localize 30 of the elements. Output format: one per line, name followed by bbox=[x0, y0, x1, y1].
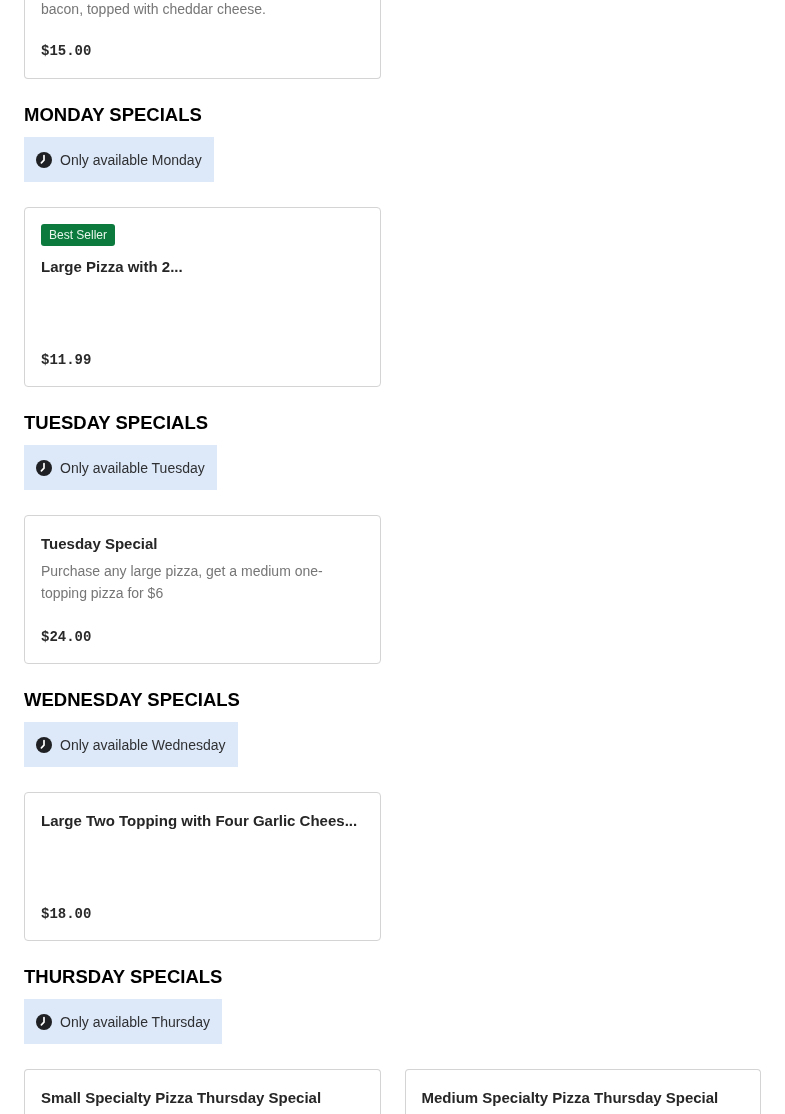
item-price: $15.00 bbox=[41, 42, 92, 61]
menu-item-card[interactable]: Tuesday Special Purchase any large pizza, get a medium one-topping pizza for $6 $24.00 bbox=[24, 515, 381, 664]
availability-text: Only available Wednesday bbox=[60, 735, 226, 755]
availability-text: Only available Monday bbox=[60, 150, 202, 170]
clock-icon bbox=[36, 151, 52, 168]
section-heading: TUESDAY SPECIALS bbox=[24, 412, 209, 434]
clock-icon bbox=[36, 459, 52, 476]
availability-text: Only available Tuesday bbox=[60, 458, 205, 478]
item-title: Small Specialty Pizza Thursday Special bbox=[41, 1088, 322, 1108]
item-title: Large Two Topping with Four Garlic Chees... bbox=[41, 811, 358, 831]
item-price: $24.00 bbox=[41, 628, 92, 647]
menu-item-card[interactable]: Large Two Topping with Four Garlic Chees... $18.00 bbox=[24, 792, 381, 941]
menu-item-card[interactable]: Small Specialty Pizza Thursday Special bbox=[24, 1069, 381, 1114]
section-heading: THURSDAY SPECIALS bbox=[24, 966, 223, 988]
section-heading: MONDAY SPECIALS bbox=[24, 104, 202, 126]
item-title: Medium Specialty Pizza Thursday Special bbox=[421, 1088, 719, 1108]
section-heading: WEDNESDAY SPECIALS bbox=[24, 689, 240, 711]
item-price: $18.00 bbox=[41, 905, 92, 924]
item-title: Large Pizza with 2... bbox=[41, 257, 183, 277]
item-tag: Best Seller bbox=[41, 224, 116, 246]
menu-item-card[interactable]: Best Seller Large Pizza with 2... $11.99 bbox=[24, 207, 381, 387]
item-title: Tuesday Special bbox=[41, 534, 158, 554]
item-description: Purchase any large pizza, get a medium one-topping pizza for $6 bbox=[41, 562, 324, 603]
clock-icon bbox=[36, 736, 52, 753]
item-price: $11.99 bbox=[41, 351, 92, 370]
availability-text: Only available Thursday bbox=[60, 1012, 210, 1032]
menu-item-card[interactable]: bacon, topped with cheddar cheese. $15.00 bbox=[24, 0, 381, 79]
menu-item-card[interactable]: Medium Specialty Pizza Thursday Special bbox=[404, 1069, 761, 1114]
clock-icon bbox=[36, 1013, 52, 1030]
item-description: bacon, topped with cheddar cheese. bbox=[41, 0, 267, 18]
